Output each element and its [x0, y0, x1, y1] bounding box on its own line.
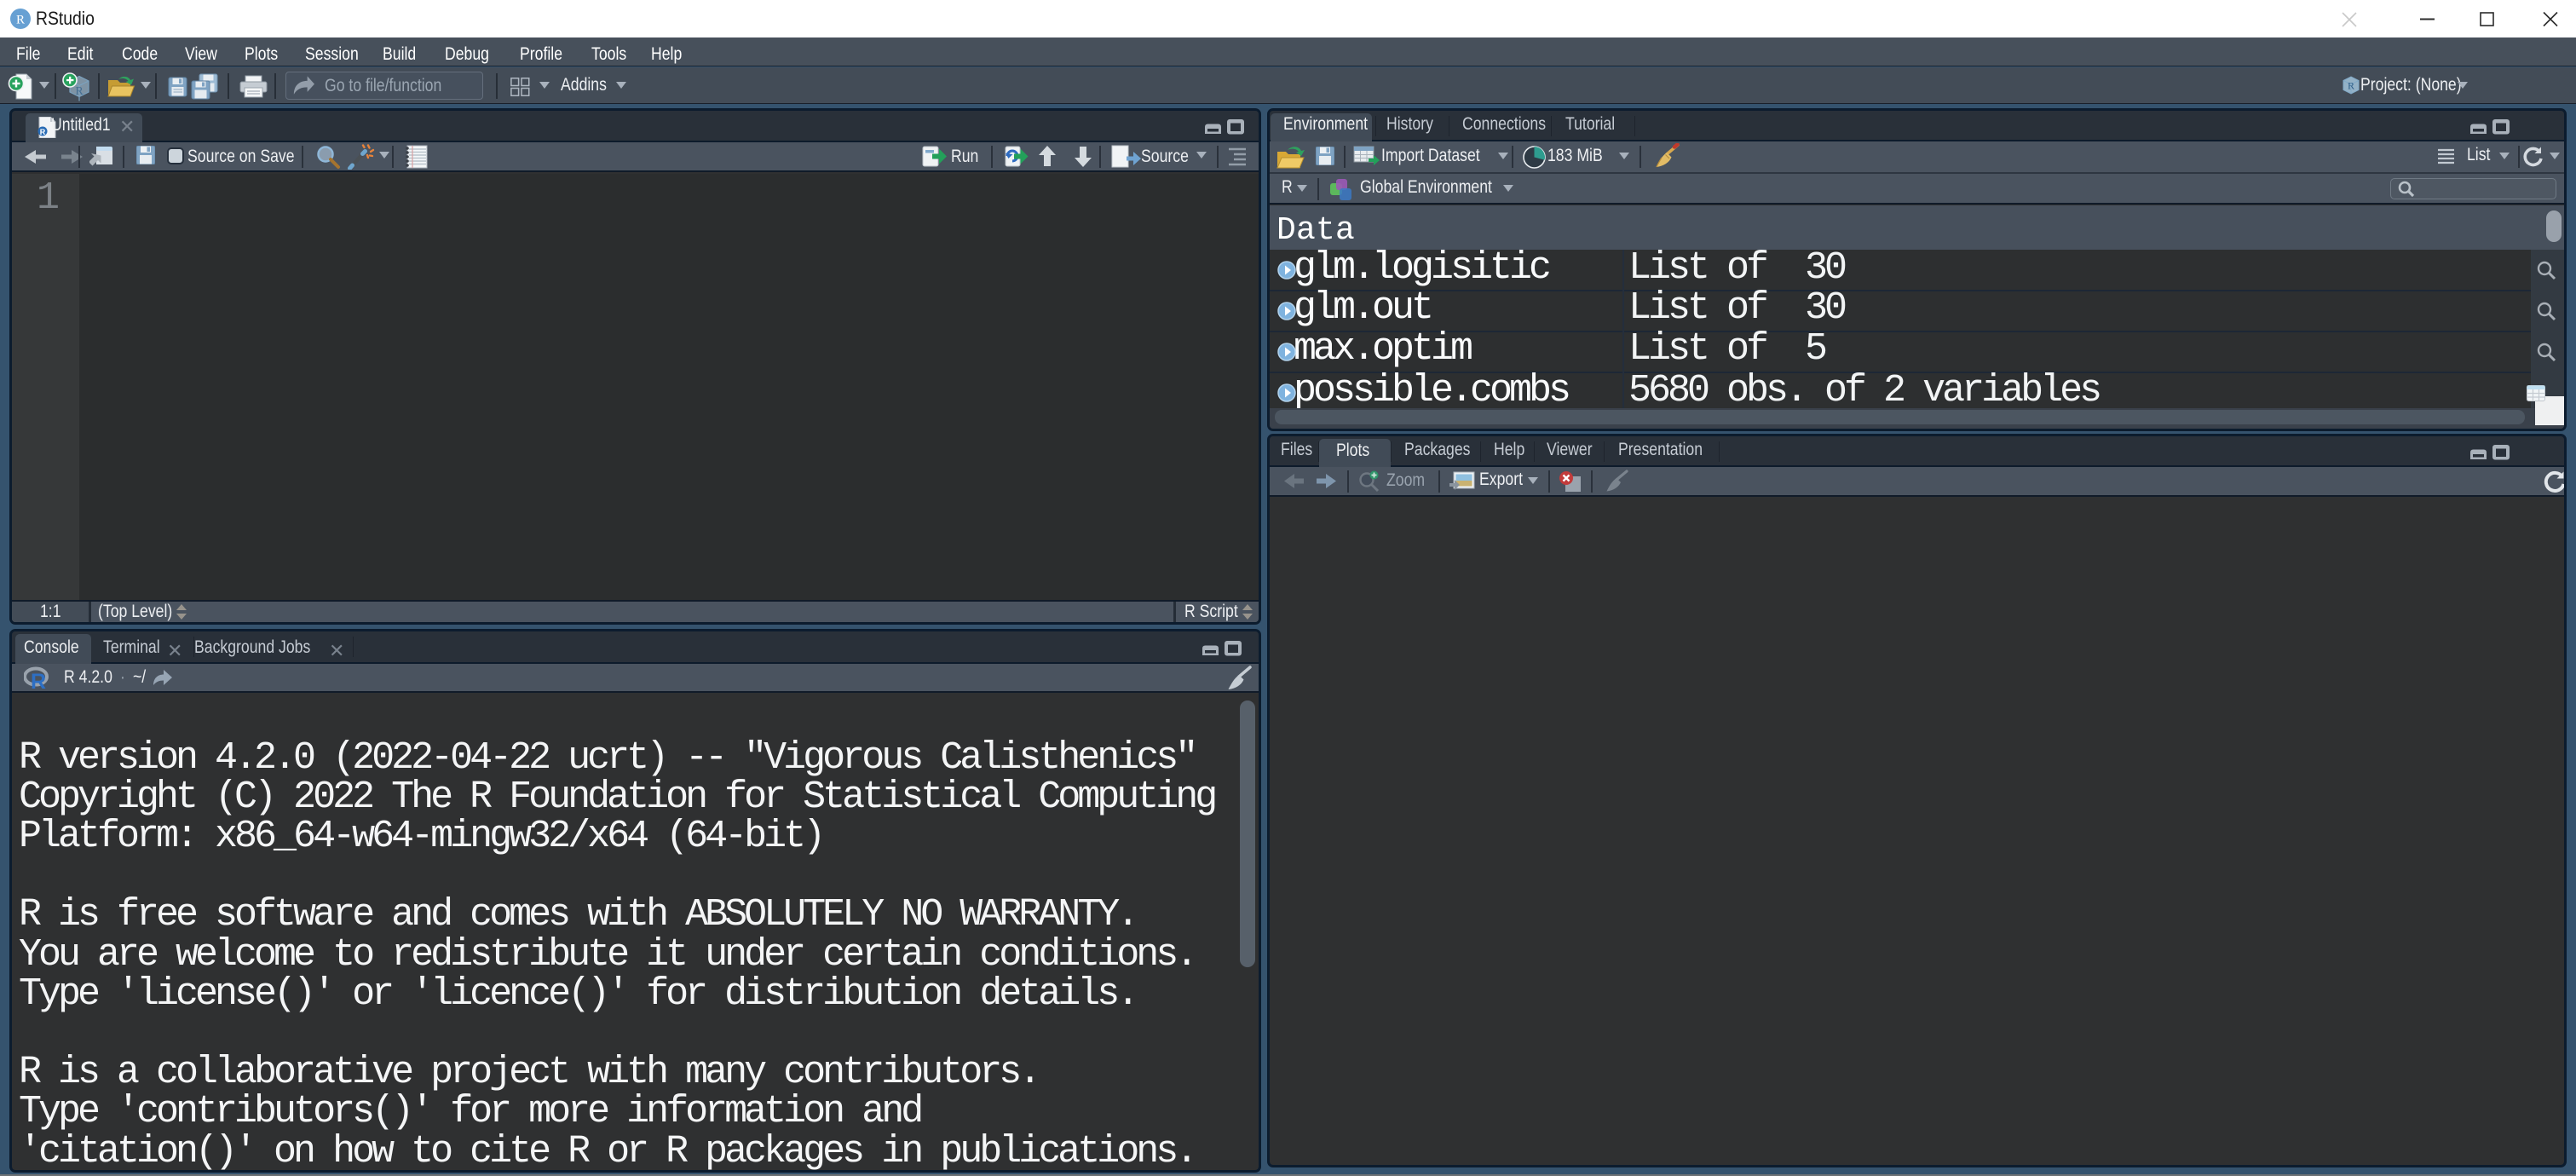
svg-text:R: R: [75, 85, 84, 98]
svg-text:R: R: [16, 14, 25, 27]
svg-text:R: R: [31, 670, 46, 690]
svg-text:R: R: [2348, 80, 2354, 92]
svg-text:R: R: [40, 128, 46, 136]
